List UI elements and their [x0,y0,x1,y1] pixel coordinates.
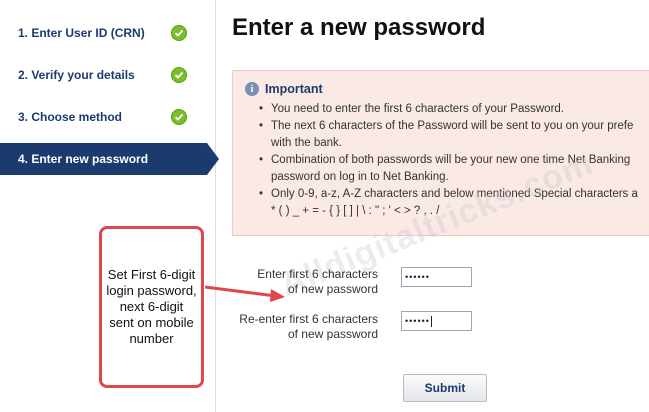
annotation-arrow [204,285,285,302]
annotation-text: Set First 6-digit login password, next 6… [106,267,197,346]
annotation-callout: Set First 6-digit login password, next 6… [99,226,204,388]
